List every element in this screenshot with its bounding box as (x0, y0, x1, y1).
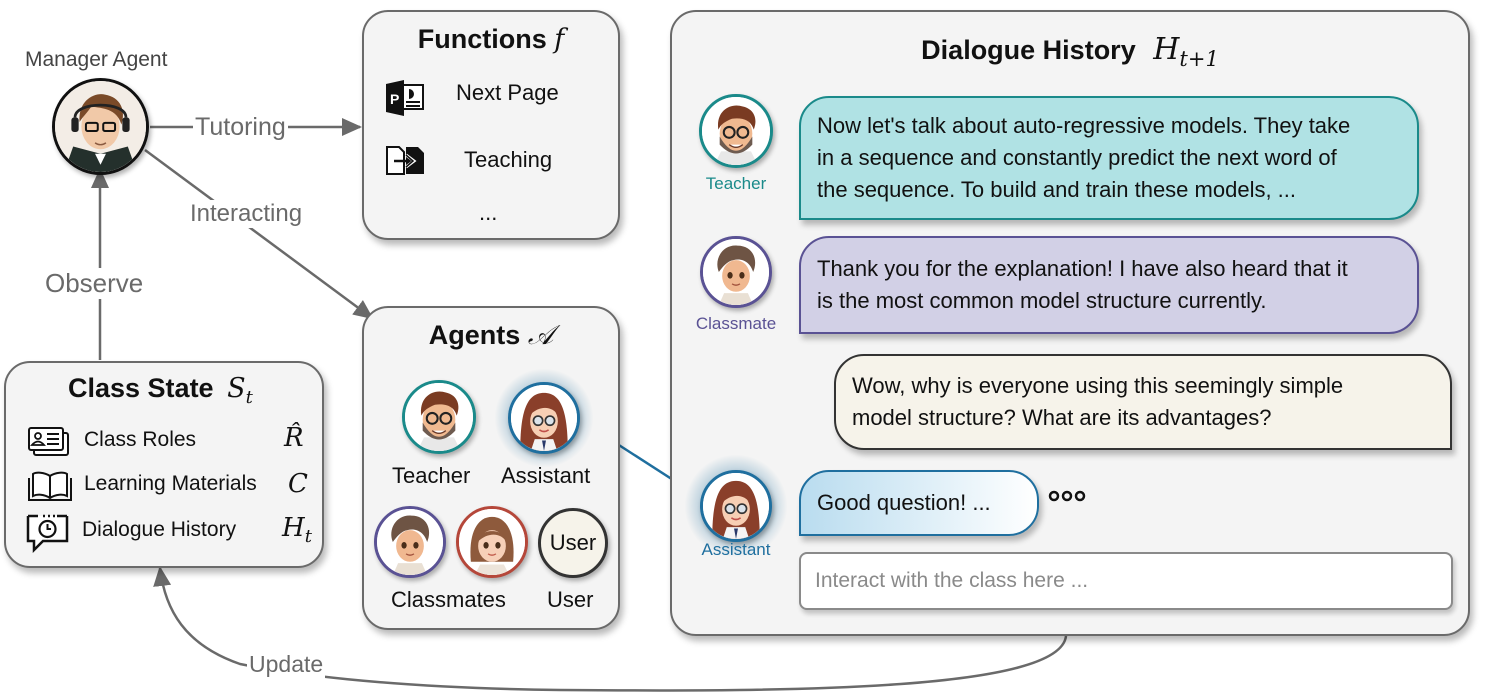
functions-symbol: f (554, 24, 565, 55)
dialogue-teacher-avatar (699, 94, 773, 168)
manager-agent-avatar[interactable] (52, 78, 149, 175)
functions-more: ... (479, 200, 498, 225)
classmate-girl-avatar[interactable] (456, 506, 528, 578)
classmate-speaker-label: Classmate (695, 314, 777, 333)
open-book-icon (28, 470, 72, 507)
dialogue-history-symbol: Ht (282, 513, 312, 547)
teacher-message: Now let's talk about auto-regressive mod… (799, 96, 1419, 220)
user-message: Wow, why is everyone using this seemingl… (834, 354, 1452, 450)
tutoring-label: Tutoring (193, 113, 288, 142)
class-chat-input[interactable] (799, 552, 1453, 610)
assistant-label: Assistant (501, 463, 591, 488)
user-avatar-text: User (549, 530, 597, 555)
update-label: Update (247, 651, 326, 678)
user-avatar[interactable]: User (538, 508, 608, 578)
chat-clock-icon (26, 513, 70, 558)
agents-title: Agents 𝒜 (428, 320, 554, 351)
assistant-message: Good question! ... (799, 470, 1039, 536)
teacher-label: Teacher (392, 463, 471, 488)
dialogue-classmate-avatar (700, 236, 772, 308)
interacting-arrow (144, 148, 374, 320)
agents-symbol: 𝒜 (527, 320, 554, 351)
classmates-label: Classmates (391, 587, 506, 612)
dialogue-history-panel: Dialogue History Ht+1 Teacher Now let's … (670, 10, 1470, 636)
interacting-label: Interacting (188, 200, 305, 228)
classmate-boy-avatar[interactable] (374, 506, 446, 578)
dialogue-history-title: Dialogue History Ht+1 (921, 32, 1219, 71)
function-teaching[interactable]: Teaching (464, 147, 552, 173)
svg-text:P: P (390, 91, 399, 107)
dialogue-assistant-avatar (700, 470, 772, 542)
class-roles-symbol: R̂ (284, 423, 304, 453)
functions-panel: Functions f P Next Page Teaching ... (362, 10, 620, 240)
assistant-avatar[interactable] (508, 382, 580, 454)
class-state-title: Class State St (68, 373, 253, 408)
powerpoint-icon: P (386, 80, 426, 121)
user-label: User (547, 587, 594, 612)
learning-materials-label: Learning Materials (84, 472, 257, 495)
document-transfer-icon (386, 146, 426, 181)
assistant-speaker-label: Assistant (701, 540, 771, 559)
agents-panel: Agents 𝒜 Teacher Assistant User Classmat… (362, 306, 620, 630)
class-roles-label: Class Roles (84, 428, 197, 451)
manager-agent-label: Manager Agent (25, 48, 168, 71)
function-next-page[interactable]: Next Page (456, 80, 559, 106)
typing-indicator (1048, 486, 1088, 511)
teacher-speaker-label: Teacher (705, 174, 767, 193)
classmate-message: Thank you for the explanation! I have al… (799, 236, 1419, 334)
dialogue-history-label: Dialogue History (82, 518, 237, 541)
id-card-icon (28, 427, 72, 462)
functions-title: Functions f (417, 24, 565, 55)
observe-label: Observe (43, 268, 146, 299)
teacher-avatar[interactable] (402, 380, 476, 454)
learning-materials-symbol: C (288, 469, 308, 499)
class-state-panel: Class State St Class Roles R̂ Learning M… (4, 361, 324, 568)
